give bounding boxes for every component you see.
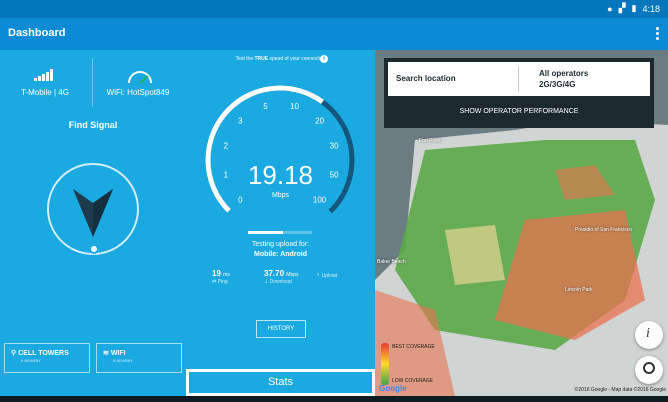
show-operator-performance-button[interactable]: SHOW OPERATOR PERFORMANCE: [384, 108, 654, 115]
app-bar: Dashboard: [0, 18, 668, 50]
wifi-count: 6 NEARBY: [113, 358, 133, 363]
speed-note: Test the TRUE speed of your connection: [235, 56, 326, 62]
divider: [92, 58, 93, 106]
carrier-label: T-Mobile | 4G: [21, 88, 69, 97]
gauge-tick-label: 5: [263, 102, 268, 111]
upload-progress: [248, 231, 312, 234]
info-fab[interactable]: i: [635, 321, 663, 349]
cell-towers-label: CELL TOWERS: [18, 350, 69, 357]
gauge-tick-label: 30: [330, 142, 339, 151]
battery-icon: ▮: [631, 3, 637, 13]
app-frame: ● ▞ ▮ 4:18 Dashboard T-Mobile | 4G WiFi:…: [0, 0, 668, 402]
location-icon: ●: [607, 3, 613, 14]
crosshair-icon: [643, 362, 655, 374]
coverage-legend: [381, 343, 389, 385]
map-label: Lincoln Park: [565, 287, 593, 293]
map-copyright: ©2016 Google - Map data ©2016 Google: [574, 387, 666, 393]
download-stat: 37.70 Mbps ⇣ Download: [264, 269, 299, 285]
wifi-button[interactable]: ≋ WIFI 6 NEARBY: [96, 343, 182, 373]
search-location-field[interactable]: Search location: [396, 74, 456, 83]
map-label: Presidio of San Francisco: [575, 227, 632, 233]
direction-arrow-icon: [73, 189, 113, 237]
coverage-map[interactable]: Search location All operators 2G/3G/4G S…: [375, 50, 668, 396]
info-icon[interactable]: i: [320, 55, 328, 63]
speed-value: 19.18: [247, 160, 314, 190]
map-search-card: Search location All operators 2G/3G/4G S…: [384, 58, 654, 128]
upload-stat: ⇡ Upload: [316, 273, 338, 279]
cell-towers-button[interactable]: ⚲ CELL TOWERS 6 NEARBY: [4, 343, 90, 373]
gauge-tick-label: 10: [290, 102, 299, 111]
speed-unit: Mbps: [271, 192, 290, 199]
cell-signal-icon: [34, 69, 53, 81]
wifi-button-label: WIFI: [110, 350, 126, 357]
wifi-icon: ≋: [103, 350, 109, 357]
status-bar: ● ▞ ▮ 4:18: [0, 0, 668, 18]
find-signal-label: Find Signal: [68, 120, 118, 130]
wifi-gauge-icon: [128, 71, 152, 84]
map-label: Baker Beach: [377, 259, 406, 265]
cell-towers-count: 6 NEARBY: [21, 358, 41, 363]
map-search-row: Search location All operators 2G/3G/4G: [388, 62, 650, 96]
history-button[interactable]: HISTORY: [256, 320, 306, 338]
gauge-tick-label: 3: [238, 116, 243, 125]
speed-test-panel: Test the TRUE speed of your connection i…: [186, 50, 375, 396]
clock: 4:18: [642, 3, 660, 14]
overflow-menu-icon[interactable]: [654, 26, 660, 42]
page-title: Dashboard: [8, 27, 66, 39]
gauge-tick-label: 2: [224, 142, 229, 151]
signal-panel: T-Mobile | 4G WiFi: HotSpot849 Find Sign…: [0, 50, 186, 396]
my-location-fab[interactable]: [635, 356, 663, 384]
ping-stat: 19 ms ⇄ Ping: [212, 269, 230, 285]
tower-icon: ⚲: [11, 350, 17, 357]
tab-stats[interactable]: Stats: [186, 369, 375, 396]
gauge-tick-label: 20: [315, 116, 324, 125]
wifi-label: WiFi: HotSpot849: [106, 88, 170, 97]
signal-compass[interactable]: [47, 163, 139, 255]
testing-status: Testing upload for: Mobile: Android: [251, 241, 310, 258]
wifi-marker-icon: [89, 244, 99, 254]
operator-filter[interactable]: All operators 2G/3G/4G: [539, 68, 588, 90]
legend-high-label: BEST COVERAGE: [392, 344, 435, 350]
signal-icon: ▞: [618, 3, 626, 13]
map-label: Fort Point: [419, 138, 441, 144]
google-logo: Google: [379, 384, 407, 393]
info-icon: i: [646, 326, 650, 341]
